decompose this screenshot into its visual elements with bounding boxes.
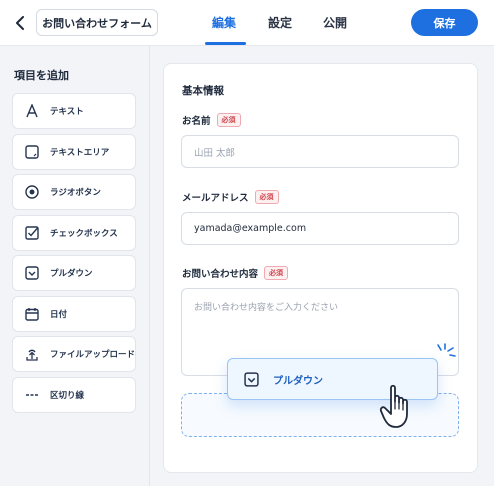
text-icon — [24, 103, 40, 119]
field-label-text: お問い合わせ内容 — [182, 269, 259, 280]
palette-item-label: 日付 — [50, 309, 68, 320]
palette-item-dropdown[interactable]: プルダウン — [12, 255, 136, 291]
name-input[interactable]: 山田 太郎 — [181, 135, 459, 168]
palette-item-text[interactable]: テキスト — [12, 93, 136, 129]
upload-icon — [24, 346, 40, 362]
palette-item-label: チェックボックス — [50, 228, 118, 239]
add-field-heading: 項目を追加 — [14, 69, 69, 82]
dropdown-icon — [24, 265, 40, 281]
tab-settings[interactable]: 設定 — [268, 14, 292, 31]
active-tab-indicator — [205, 42, 246, 45]
email-input[interactable]: yamada@example.com — [181, 212, 459, 245]
back-arrow-icon[interactable] — [10, 12, 30, 34]
top-bar: お問い合わせフォーム 編集 設定 公開 保存 — [0, 0, 494, 46]
required-badge: 必須 — [254, 190, 279, 204]
required-badge: 必須 — [264, 266, 289, 280]
palette-item-label: ファイルアップロード — [50, 350, 136, 360]
radio-icon — [24, 184, 40, 200]
palette-item-divider[interactable]: 区切り線 — [12, 376, 136, 413]
save-button[interactable]: 保存 — [411, 9, 478, 36]
textarea-icon — [24, 144, 40, 160]
palette-item-label: 区切り線 — [50, 390, 85, 401]
form-title-field[interactable]: お問い合わせフォーム — [36, 9, 158, 36]
tab-publish[interactable]: 公開 — [323, 14, 347, 31]
hand-cursor-icon — [378, 382, 418, 430]
palette-item-label: ラジオボタン — [50, 188, 101, 198]
palette-item-file-upload[interactable]: ファイルアップロード — [12, 336, 136, 372]
drag-chip-label: プルダウン — [273, 375, 323, 387]
palette-item-textarea[interactable]: テキストエリア — [12, 133, 136, 170]
palette-item-label: テキストエリア — [50, 147, 110, 158]
palette-item-radio[interactable]: ラジオボタン — [12, 174, 136, 210]
field-label-text: メールアドレス — [182, 193, 249, 204]
field-palette: テキスト テキストエリア ラジオボタン チェックボックス プルダウン 日付 ファ… — [12, 93, 136, 417]
section-title: 基本情報 — [182, 85, 224, 97]
required-badge: 必須 — [216, 113, 241, 127]
tab-edit[interactable]: 編集 — [212, 14, 236, 31]
palette-item-label: テキスト — [50, 107, 84, 117]
field-label-text: お名前 — [182, 116, 211, 127]
checkbox-icon — [24, 225, 40, 241]
field-label-email: メールアドレス 必須 — [182, 190, 279, 204]
panel-divider — [149, 46, 150, 486]
dropdown-icon — [243, 371, 259, 387]
palette-item-label: プルダウン — [50, 269, 93, 279]
sparkle-icon — [435, 343, 457, 363]
palette-item-checkbox[interactable]: チェックボックス — [12, 214, 136, 251]
calendar-icon — [24, 306, 40, 322]
field-label-inquiry: お問い合わせ内容 必須 — [182, 266, 289, 280]
divider-icon — [24, 387, 40, 403]
field-label-name: お名前 必須 — [182, 113, 241, 127]
palette-item-date[interactable]: 日付 — [12, 295, 136, 332]
